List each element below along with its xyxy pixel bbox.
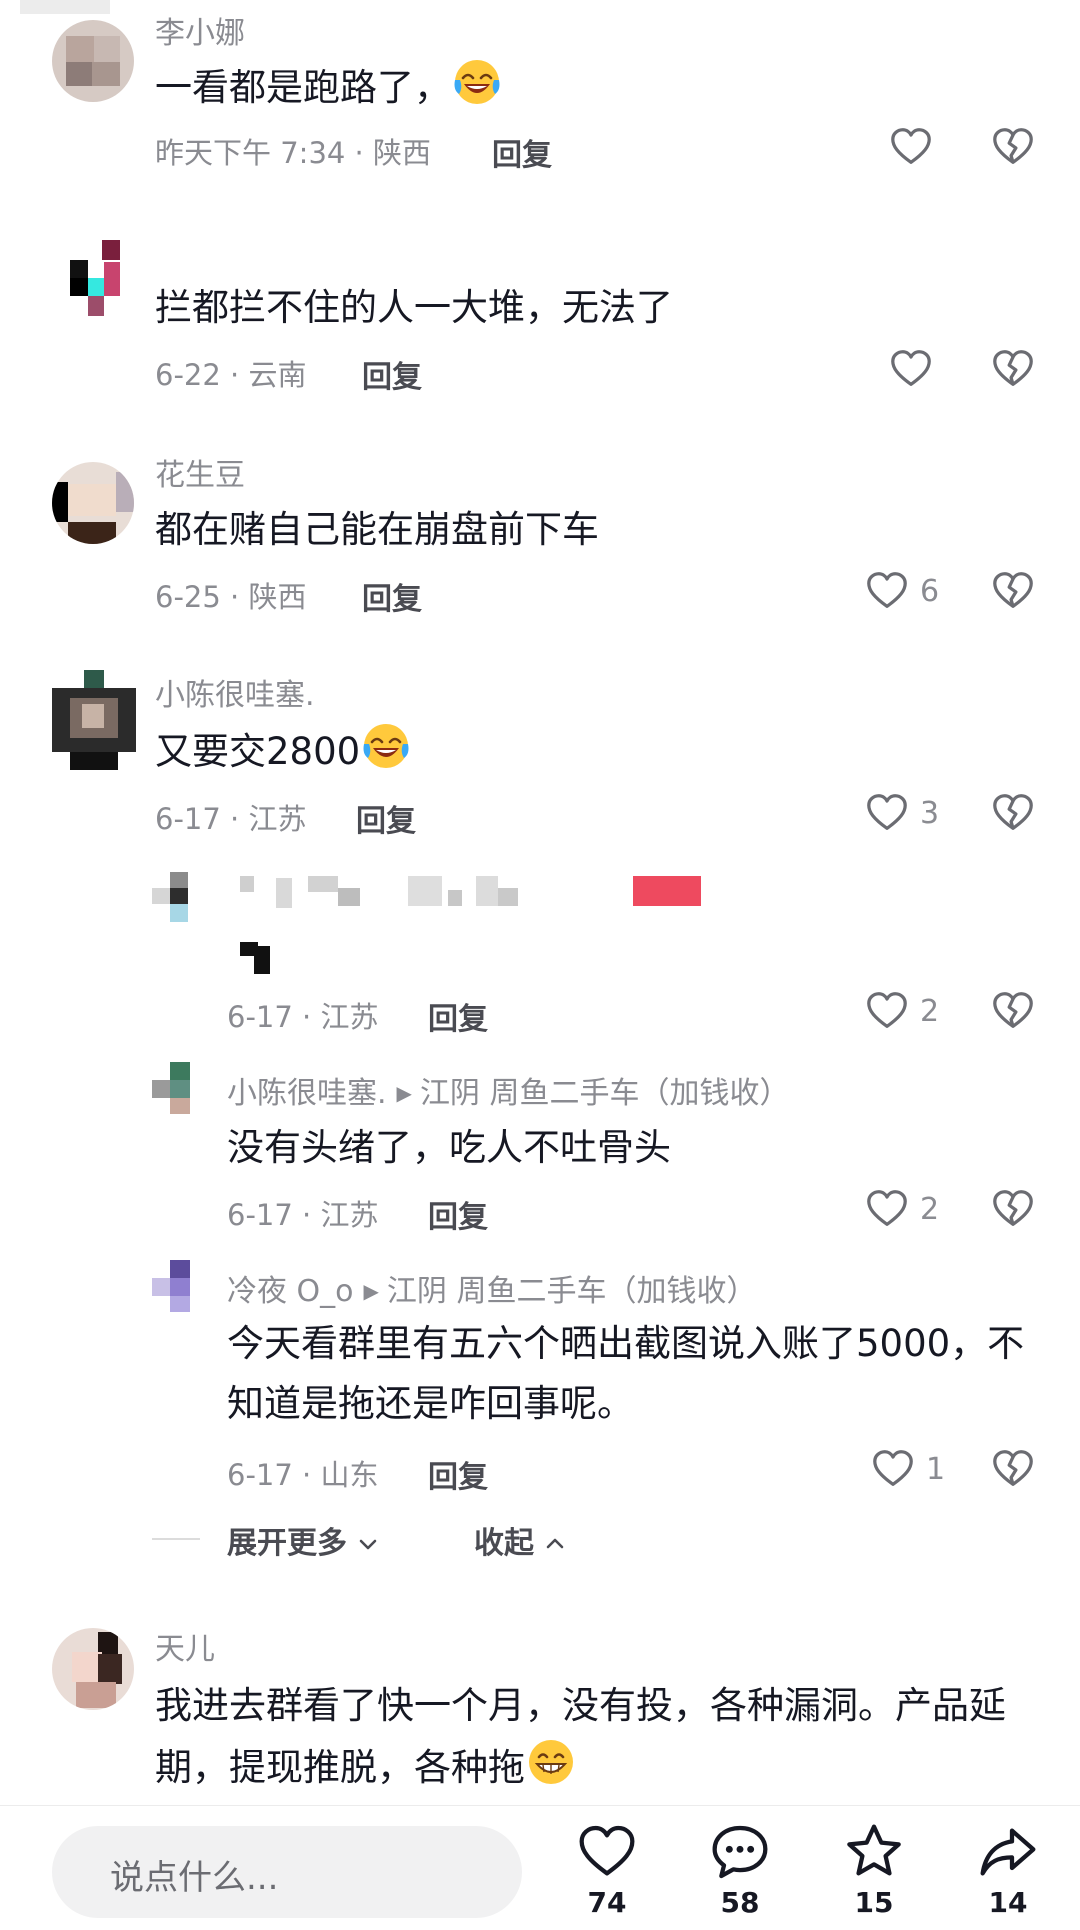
comment-text: 一看都是跑路了， bbox=[155, 56, 503, 118]
bottom-action-bar: 说点什么... 74 58 15 14 bbox=[0, 1805, 1080, 1930]
avatar[interactable] bbox=[52, 20, 134, 102]
broken-heart-icon[interactable] bbox=[990, 790, 1036, 836]
heart-icon bbox=[579, 1825, 635, 1876]
expand-more-button[interactable]: 展开更多 bbox=[227, 1518, 379, 1562]
reply-button[interactable]: 回复 bbox=[428, 1452, 488, 1496]
share-count: 14 bbox=[988, 1886, 1028, 1919]
reply-target[interactable]: 江阴 周鱼二手车（加钱收） bbox=[387, 1274, 757, 1309]
comment-meta: 6-22 · 云南 bbox=[155, 358, 307, 392]
laugh-cry-emoji bbox=[451, 56, 503, 108]
chevron-down-icon bbox=[360, 1539, 377, 1550]
broken-heart-icon[interactable] bbox=[990, 568, 1036, 614]
comment-icon bbox=[712, 1825, 768, 1879]
like-count: 2 bbox=[920, 993, 940, 1029]
comment-text: 没有头绪了，吃人不吐骨头 bbox=[227, 1126, 671, 1169]
star-icon bbox=[847, 1824, 901, 1876]
share-action[interactable]: 14 bbox=[958, 1820, 1058, 1919]
reply-button[interactable]: 回复 bbox=[362, 574, 422, 618]
like-action[interactable]: 74 bbox=[557, 1820, 657, 1919]
broken-heart-icon[interactable] bbox=[990, 1446, 1036, 1492]
heart-icon bbox=[888, 124, 934, 170]
comment-meta: 6-25 · 陕西 bbox=[155, 580, 307, 614]
reply-button[interactable]: 回复 bbox=[356, 796, 416, 840]
username[interactable]: 花生豆 bbox=[155, 450, 245, 494]
reply-button[interactable]: 回复 bbox=[492, 130, 552, 174]
pixelated-username bbox=[240, 876, 701, 910]
comment-text: 我进去群看了快一个月，没有投，各种漏洞。产品延 期，提现推脱，各种拖 bbox=[155, 1684, 1006, 1789]
collapse-button[interactable]: 收起 bbox=[474, 1518, 566, 1562]
previous-item-edge bbox=[20, 0, 110, 14]
like-button[interactable]: 6 bbox=[864, 568, 939, 614]
reply-arrow-icon: ▶ bbox=[396, 1081, 412, 1105]
comment-meta: 6-17 · 山东 bbox=[227, 1458, 379, 1492]
avatar[interactable] bbox=[52, 462, 134, 544]
username[interactable]: 小陈很哇塞. ▶ 江阴 周鱼二手车（加钱收） bbox=[227, 1068, 789, 1112]
broken-heart-icon[interactable] bbox=[990, 346, 1036, 392]
comment-meta: 6-17 · 江苏 bbox=[227, 1000, 379, 1034]
favorite-count: 15 bbox=[854, 1886, 894, 1919]
share-icon bbox=[980, 1828, 1036, 1876]
comment-text: 又要交2800 bbox=[155, 720, 412, 782]
comment-input[interactable]: 说点什么... bbox=[52, 1826, 522, 1918]
avatar[interactable] bbox=[152, 1062, 206, 1116]
divider bbox=[152, 1538, 200, 1540]
chevron-up-icon bbox=[547, 1538, 564, 1549]
like-count: 3 bbox=[920, 795, 940, 831]
like-button[interactable]: 1 bbox=[870, 1446, 945, 1492]
like-count: 74 bbox=[587, 1886, 627, 1919]
username[interactable]: 李小娜 bbox=[155, 8, 245, 52]
reply-expand-row: 展开更多 收起 bbox=[152, 1518, 752, 1561]
heart-icon bbox=[864, 568, 910, 614]
heart-icon bbox=[864, 790, 910, 836]
avatar[interactable] bbox=[152, 1260, 206, 1314]
reply-target[interactable]: 江阴 周鱼二手车（加钱收） bbox=[420, 1076, 790, 1111]
comment-text: 都在赌自己能在崩盘前下车 bbox=[155, 508, 599, 551]
username[interactable]: 天儿 bbox=[155, 1624, 215, 1668]
laugh-cry-emoji bbox=[360, 720, 412, 772]
heart-icon bbox=[870, 1446, 916, 1492]
like-button[interactable] bbox=[888, 124, 944, 170]
username[interactable]: 冷夜 O_o ▶ 江阴 周鱼二手车（加钱收） bbox=[227, 1266, 756, 1310]
broken-heart-icon[interactable] bbox=[990, 988, 1036, 1034]
heart-icon bbox=[888, 346, 934, 392]
comment-meta: 6-17 · 江苏 bbox=[155, 802, 307, 836]
reply-arrow-icon: ▶ bbox=[363, 1279, 379, 1303]
like-count: 6 bbox=[920, 573, 940, 609]
favorite-action[interactable]: 15 bbox=[824, 1820, 924, 1919]
like-button[interactable]: 2 bbox=[864, 988, 939, 1034]
comment-text: 拦都拦不住的人一大堆，无法了 bbox=[155, 286, 673, 329]
pixelated-reply-text bbox=[240, 942, 274, 976]
avatar[interactable] bbox=[52, 670, 136, 770]
username[interactable]: 小陈很哇塞. bbox=[155, 670, 315, 714]
like-count: 2 bbox=[920, 1191, 940, 1227]
avatar[interactable] bbox=[52, 1628, 134, 1710]
heart-icon bbox=[864, 1186, 910, 1232]
like-button[interactable] bbox=[888, 346, 944, 392]
like-button[interactable]: 3 bbox=[864, 790, 939, 836]
broken-heart-icon[interactable] bbox=[990, 1186, 1036, 1232]
reply-button[interactable]: 回复 bbox=[428, 1192, 488, 1236]
broken-heart-icon[interactable] bbox=[990, 124, 1036, 170]
comment-action[interactable]: 58 bbox=[690, 1820, 790, 1919]
reply-button[interactable]: 回复 bbox=[362, 352, 422, 396]
avatar[interactable] bbox=[52, 234, 134, 324]
grin-emoji bbox=[525, 1736, 577, 1788]
like-button[interactable]: 2 bbox=[864, 1186, 939, 1232]
avatar[interactable] bbox=[152, 872, 206, 926]
comment-count: 58 bbox=[720, 1886, 760, 1919]
reply-button[interactable]: 回复 bbox=[428, 994, 488, 1038]
comment-text: 今天看群里有五六个晒出截图说入账了5000，不 知道是拖还是咋回事呢。 bbox=[227, 1322, 1025, 1425]
heart-icon bbox=[864, 988, 910, 1034]
like-count: 1 bbox=[926, 1451, 946, 1487]
comment-meta: 6-17 · 江苏 bbox=[227, 1198, 379, 1232]
comment-meta: 昨天下午 7:34 · 陕西 bbox=[155, 136, 431, 170]
